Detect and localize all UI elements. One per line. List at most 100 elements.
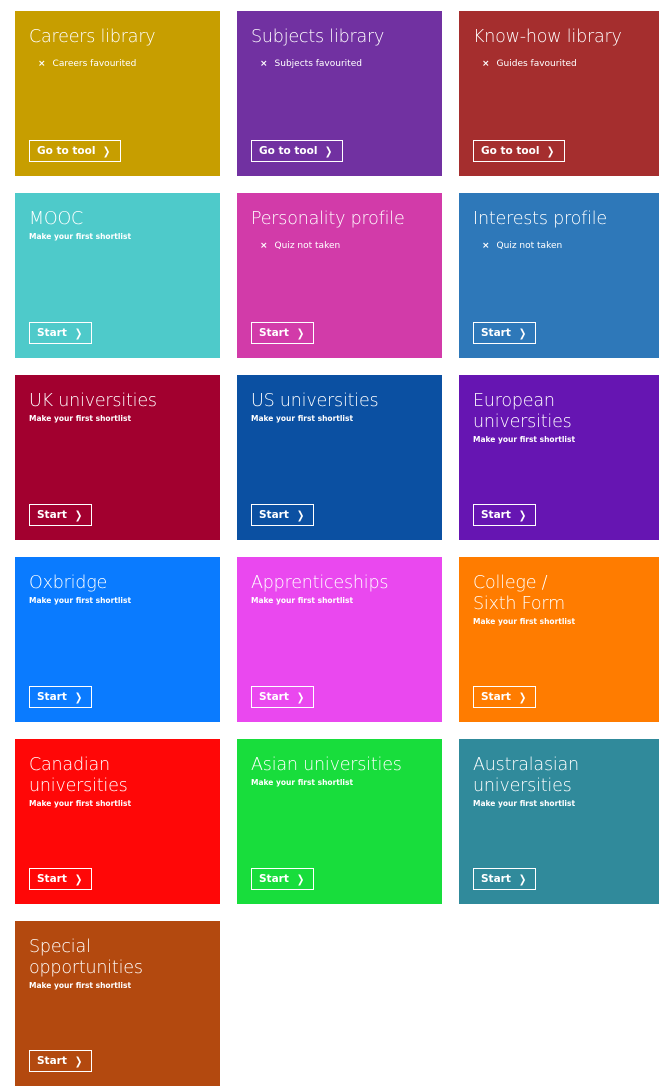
tile-subtitle: Make your first shortlist <box>473 617 576 626</box>
tool-tile[interactable]: Apprenticeships Make your first shortlist… <box>237 557 442 722</box>
tool-tile[interactable]: UK universities Make your first shortlist… <box>15 375 220 540</box>
button-label: Start <box>37 327 67 339</box>
button-label: Go to tool <box>481 145 540 157</box>
chevron-right-icon: ❯ <box>518 326 527 340</box>
tile-status-text: Careers favourited <box>52 59 137 69</box>
chevron-right-icon: ❯ <box>547 144 555 158</box>
tile-status-text: Quiz not taken <box>274 241 341 251</box>
tool-tile[interactable]: College / Sixth Form Make your first shor… <box>459 557 659 722</box>
start-button[interactable]: Start ❯ <box>251 868 315 890</box>
tool-tile[interactable]: Careers library × Careers favourited Go to … <box>15 11 220 176</box>
tool-tile[interactable]: Subjects library × Subjects favourited Go t… <box>237 11 442 176</box>
tool-tile[interactable]: Asian universities Make your first shortl… <box>237 739 442 904</box>
tile-title: Special opportunities <box>29 937 143 978</box>
start-button[interactable]: Start ❯ <box>251 504 315 526</box>
tile-subtitle: Make your first shortlist <box>29 981 132 990</box>
tile-title: Asian universities <box>251 755 402 775</box>
tile-status-text: Guides favourited <box>496 59 577 69</box>
tool-tile[interactable]: Canadian universities Make your first sho… <box>15 739 220 904</box>
close-icon: × <box>260 241 268 251</box>
chevron-right-icon: ❯ <box>296 326 305 340</box>
tool-tile[interactable]: US universities Make your first shortlist… <box>237 375 442 540</box>
go-to-tool-button[interactable]: Go to tool ❯ <box>473 140 565 162</box>
tile-title: Know-how library <box>473 27 622 47</box>
tool-tile[interactable]: Australasian universities Make your first… <box>459 739 659 904</box>
start-button[interactable]: Start ❯ <box>251 686 315 708</box>
tool-tile[interactable]: Special opportunities Make your first sho… <box>15 921 220 1086</box>
close-icon: × <box>482 59 490 69</box>
tile-title: Personality profile <box>251 209 405 229</box>
tile-subtitle: Make your first shortlist <box>251 414 354 423</box>
tool-tile[interactable]: European universities Make your first sho… <box>459 375 659 540</box>
tool-tile[interactable]: Know-how library × Guides favourited Go to … <box>459 11 659 176</box>
button-label: Start <box>259 873 289 885</box>
go-to-tool-button[interactable]: Go to tool ❯ <box>29 140 121 162</box>
start-button[interactable]: Start ❯ <box>251 322 315 344</box>
tile-subtitle: Make your first shortlist <box>473 435 576 444</box>
tile-status: × Quiz not taken <box>473 240 650 252</box>
close-icon: × <box>38 59 46 69</box>
button-label: Go to tool <box>259 145 318 157</box>
tile-status: × Guides favourited <box>473 58 650 70</box>
chevron-right-icon: ❯ <box>74 1054 83 1068</box>
tile-title: Careers library <box>29 27 156 47</box>
button-label: Start <box>37 691 67 703</box>
chevron-right-icon: ❯ <box>518 872 527 886</box>
button-label: Start <box>481 327 511 339</box>
tile-subtitle: Make your first shortlist <box>29 596 132 605</box>
tile-subtitle: Make your first shortlist <box>473 799 576 808</box>
button-label: Start <box>259 327 289 339</box>
tile-title: Canadian universities <box>29 755 128 796</box>
button-label: Start <box>37 1055 67 1067</box>
tile-title: Subjects library <box>251 27 385 47</box>
tile-title: Interests profile <box>473 209 607 229</box>
tile-title: Apprenticeships <box>251 573 389 593</box>
button-label: Start <box>37 509 67 521</box>
button-label: Go to tool <box>37 145 96 157</box>
go-to-tool-button[interactable]: Go to tool ❯ <box>251 140 343 162</box>
tool-tile[interactable]: Personality profile × Quiz not taken Start ❯ <box>237 193 442 358</box>
chevron-right-icon: ❯ <box>296 690 305 704</box>
tool-tile[interactable]: Oxbridge Make your first shortlist Start ❯ <box>15 557 220 722</box>
tile-status: × Quiz not taken <box>251 240 428 252</box>
button-label: Start <box>37 873 67 885</box>
close-icon: × <box>482 241 490 251</box>
tile-title: Oxbridge <box>29 573 108 593</box>
tile-status-text: Quiz not taken <box>496 241 563 251</box>
tile-title: US universities <box>251 391 379 411</box>
tool-tile[interactable]: MOOC Make your first shortlist Start ❯ <box>15 193 220 358</box>
button-label: Start <box>481 509 511 521</box>
tile-status-text: Subjects favourited <box>274 59 362 69</box>
chevron-right-icon: ❯ <box>74 690 83 704</box>
tile-title: College / Sixth Form <box>473 573 565 614</box>
tile-status: × Subjects favourited <box>251 58 428 70</box>
tile-title: UK universities <box>29 391 157 411</box>
start-button[interactable]: Start ❯ <box>473 504 537 526</box>
button-label: Start <box>259 509 289 521</box>
close-icon: × <box>260 59 268 69</box>
chevron-right-icon: ❯ <box>518 508 527 522</box>
start-button[interactable]: Start ❯ <box>29 322 93 344</box>
tile-subtitle: Make your first shortlist <box>29 232 132 241</box>
tile-status: × Careers favourited <box>29 58 206 70</box>
start-button[interactable]: Start ❯ <box>29 504 93 526</box>
chevron-right-icon: ❯ <box>103 144 111 158</box>
tile-subtitle: Make your first shortlist <box>29 799 132 808</box>
chevron-right-icon: ❯ <box>296 872 305 886</box>
button-label: Start <box>481 873 511 885</box>
tile-title: Australasian universities <box>473 755 579 796</box>
tile-subtitle: Make your first shortlist <box>251 778 354 787</box>
button-label: Start <box>481 691 511 703</box>
start-button[interactable]: Start ❯ <box>473 686 537 708</box>
tile-subtitle: Make your first shortlist <box>29 414 132 423</box>
chevron-right-icon: ❯ <box>325 144 333 158</box>
start-button[interactable]: Start ❯ <box>473 322 537 344</box>
tile-title: European universities <box>473 391 572 432</box>
start-button[interactable]: Start ❯ <box>29 1050 93 1072</box>
start-button[interactable]: Start ❯ <box>29 686 93 708</box>
chevron-right-icon: ❯ <box>518 690 527 704</box>
tool-tile[interactable]: Interests profile × Quiz not taken Start ❯ <box>459 193 659 358</box>
start-button[interactable]: Start ❯ <box>29 868 93 890</box>
button-label: Start <box>259 691 289 703</box>
start-button[interactable]: Start ❯ <box>473 868 537 890</box>
